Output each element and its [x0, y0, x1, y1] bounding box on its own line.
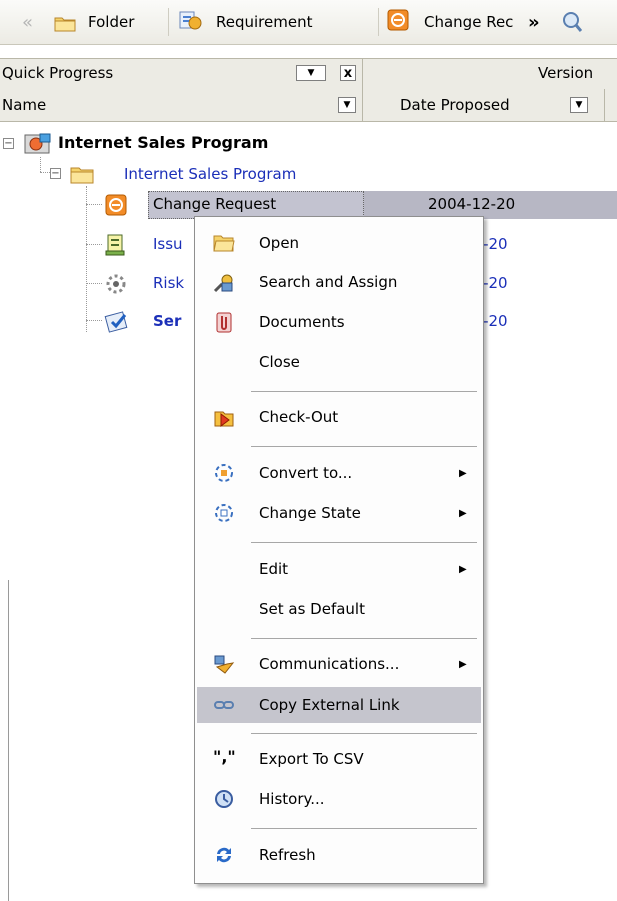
toolbar: « Folder Requirement Change Rec » [0, 0, 617, 45]
name-column-header[interactable]: Name [2, 96, 46, 114]
quick-progress-label: Quick Progress [2, 64, 114, 82]
requirement-label: Requirement [216, 13, 313, 31]
menu-item-close[interactable]: Close [197, 344, 481, 380]
menu-item-copy-external-link[interactable]: Copy External Link [197, 687, 481, 723]
menu-item-open[interactable]: Open [197, 225, 481, 261]
search-assign-icon [213, 271, 235, 293]
change-request-icon [104, 193, 128, 217]
menu-separator [251, 391, 477, 392]
tree-item-issue: Issu [153, 235, 183, 253]
folder-label: Folder [88, 13, 135, 31]
menu-item-convert-to[interactable]: Convert to... ▶ [197, 455, 481, 491]
menu-separator [251, 828, 477, 829]
menu-item-history[interactable]: History... [197, 781, 481, 817]
name-column-dropdown[interactable]: ▼ [338, 97, 356, 113]
pane-border [8, 580, 9, 901]
folder-icon [70, 164, 94, 184]
date-proposed-cell: 2004-12-20 [428, 195, 516, 213]
issue-icon [104, 233, 128, 257]
double-chevron-right-icon[interactable]: » [528, 0, 540, 44]
requirement-icon [178, 8, 204, 36]
tree-item-change-request: Change Request [153, 195, 277, 213]
menu-item-communications[interactable]: Communications... ▶ [197, 646, 481, 682]
tree-item-risk: Risk [153, 274, 185, 292]
menu-separator [251, 638, 477, 639]
menu-item-change-state[interactable]: Change State ▶ [197, 495, 481, 531]
header-row-quick-progress: Quick Progress ▼ x Version [0, 58, 617, 90]
link-icon [213, 694, 235, 716]
change-state-icon [213, 502, 235, 524]
tree-item-service: Ser [153, 312, 182, 330]
folder-icon [54, 14, 76, 32]
date-proposed-dropdown[interactable]: ▼ [570, 97, 588, 113]
menu-item-export-to-csv[interactable]: "," Export To CSV [197, 741, 481, 777]
change-request-label: Change Rec [424, 13, 514, 31]
menu-item-edit[interactable]: Edit ▶ [197, 551, 481, 587]
folder-open-icon [213, 232, 235, 254]
menu-item-refresh[interactable]: Refresh [197, 837, 481, 873]
paperclip-icon [213, 311, 235, 333]
service-icon [104, 309, 130, 335]
tree-root-program[interactable]: Internet Sales Program [58, 133, 268, 152]
date-proposed-column-header[interactable]: Date Proposed [400, 96, 510, 114]
double-chevron-left-icon[interactable]: « [22, 0, 33, 44]
csv-quotes-icon: "," [213, 747, 236, 766]
quick-progress-dropdown[interactable]: ▼ [296, 65, 326, 81]
menu-separator [251, 446, 477, 447]
refresh-icon [213, 844, 235, 866]
submenu-arrow-icon: ▶ [459, 507, 467, 519]
menu-item-check-out[interactable]: Check-Out [197, 399, 481, 435]
risk-icon [104, 272, 128, 296]
version-column-header[interactable]: Version [538, 64, 593, 82]
submenu-arrow-icon: ▶ [459, 563, 467, 575]
folder-collapse-toggle[interactable]: − [50, 168, 61, 179]
submenu-arrow-icon: ▶ [459, 658, 467, 670]
menu-item-search-and-assign[interactable]: Search and Assign [197, 264, 481, 300]
toolbar-requirement-button[interactable]: Requirement [178, 0, 312, 44]
menu-separator [251, 733, 477, 734]
menu-item-set-as-default[interactable]: Set as Default [197, 591, 481, 627]
convert-icon [213, 462, 235, 484]
program-icon [24, 131, 52, 157]
history-icon [213, 788, 235, 810]
submenu-arrow-icon: ▶ [459, 467, 467, 479]
communications-icon [213, 653, 235, 675]
toolbar-folder-button[interactable]: Folder [54, 0, 134, 44]
header-row-columns: Name ▼ Date Proposed ▼ [0, 89, 617, 122]
menu-item-documents[interactable]: Documents [197, 304, 481, 340]
menu-separator [251, 542, 477, 543]
root-collapse-toggle[interactable]: − [3, 138, 14, 149]
tree-folder-program[interactable]: Internet Sales Program [124, 165, 296, 183]
check-out-icon [213, 406, 235, 428]
change-request-icon [386, 8, 410, 36]
toolbar-change-request-button[interactable]: Change Rec [386, 0, 513, 44]
search-icon[interactable] [562, 0, 582, 44]
table-row[interactable]: Change Request 2004-12-20 [0, 191, 617, 219]
quick-progress-close-button[interactable]: x [340, 65, 356, 81]
context-menu: Open Search and Assign Documents Close C… [194, 216, 484, 884]
